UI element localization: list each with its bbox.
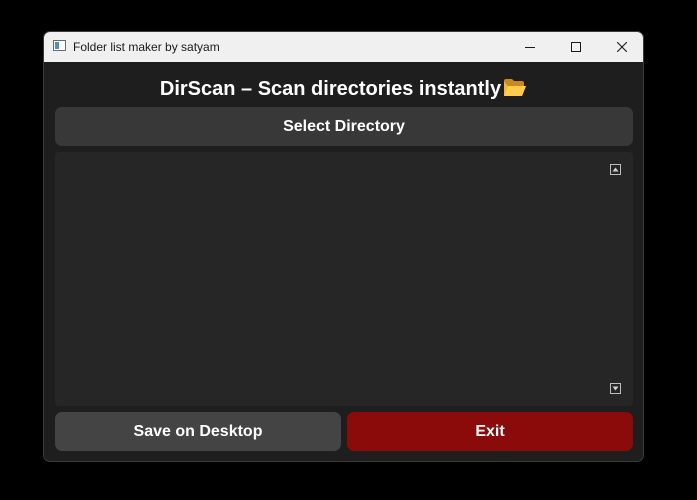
app-icon xyxy=(53,40,66,51)
app-heading: DirScan – Scan directories instantly xyxy=(44,76,643,105)
minimize-icon xyxy=(525,47,535,48)
scroll-down-button[interactable] xyxy=(610,383,621,394)
directory-output-area[interactable] xyxy=(55,152,633,406)
select-directory-button[interactable]: Select Directory xyxy=(55,107,633,146)
minimize-button[interactable] xyxy=(507,32,553,62)
app-heading-text: DirScan – Scan directories instantly xyxy=(159,78,502,100)
title-bar: Folder list maker by satyam xyxy=(44,32,643,62)
scroll-up-button[interactable] xyxy=(610,164,621,175)
save-on-desktop-button[interactable]: Save on Desktop xyxy=(55,412,341,451)
close-button[interactable] xyxy=(599,32,643,62)
close-icon xyxy=(617,42,627,52)
maximize-button[interactable] xyxy=(553,32,599,62)
arrow-down-icon xyxy=(612,386,619,391)
app-window: Folder list maker by satyam DirScan – Sc… xyxy=(43,31,644,462)
exit-button[interactable]: Exit xyxy=(347,412,633,451)
open-folder-icon xyxy=(503,78,527,105)
arrow-up-icon xyxy=(612,167,619,172)
maximize-icon xyxy=(571,42,581,52)
window-title: Folder list maker by satyam xyxy=(73,40,220,54)
